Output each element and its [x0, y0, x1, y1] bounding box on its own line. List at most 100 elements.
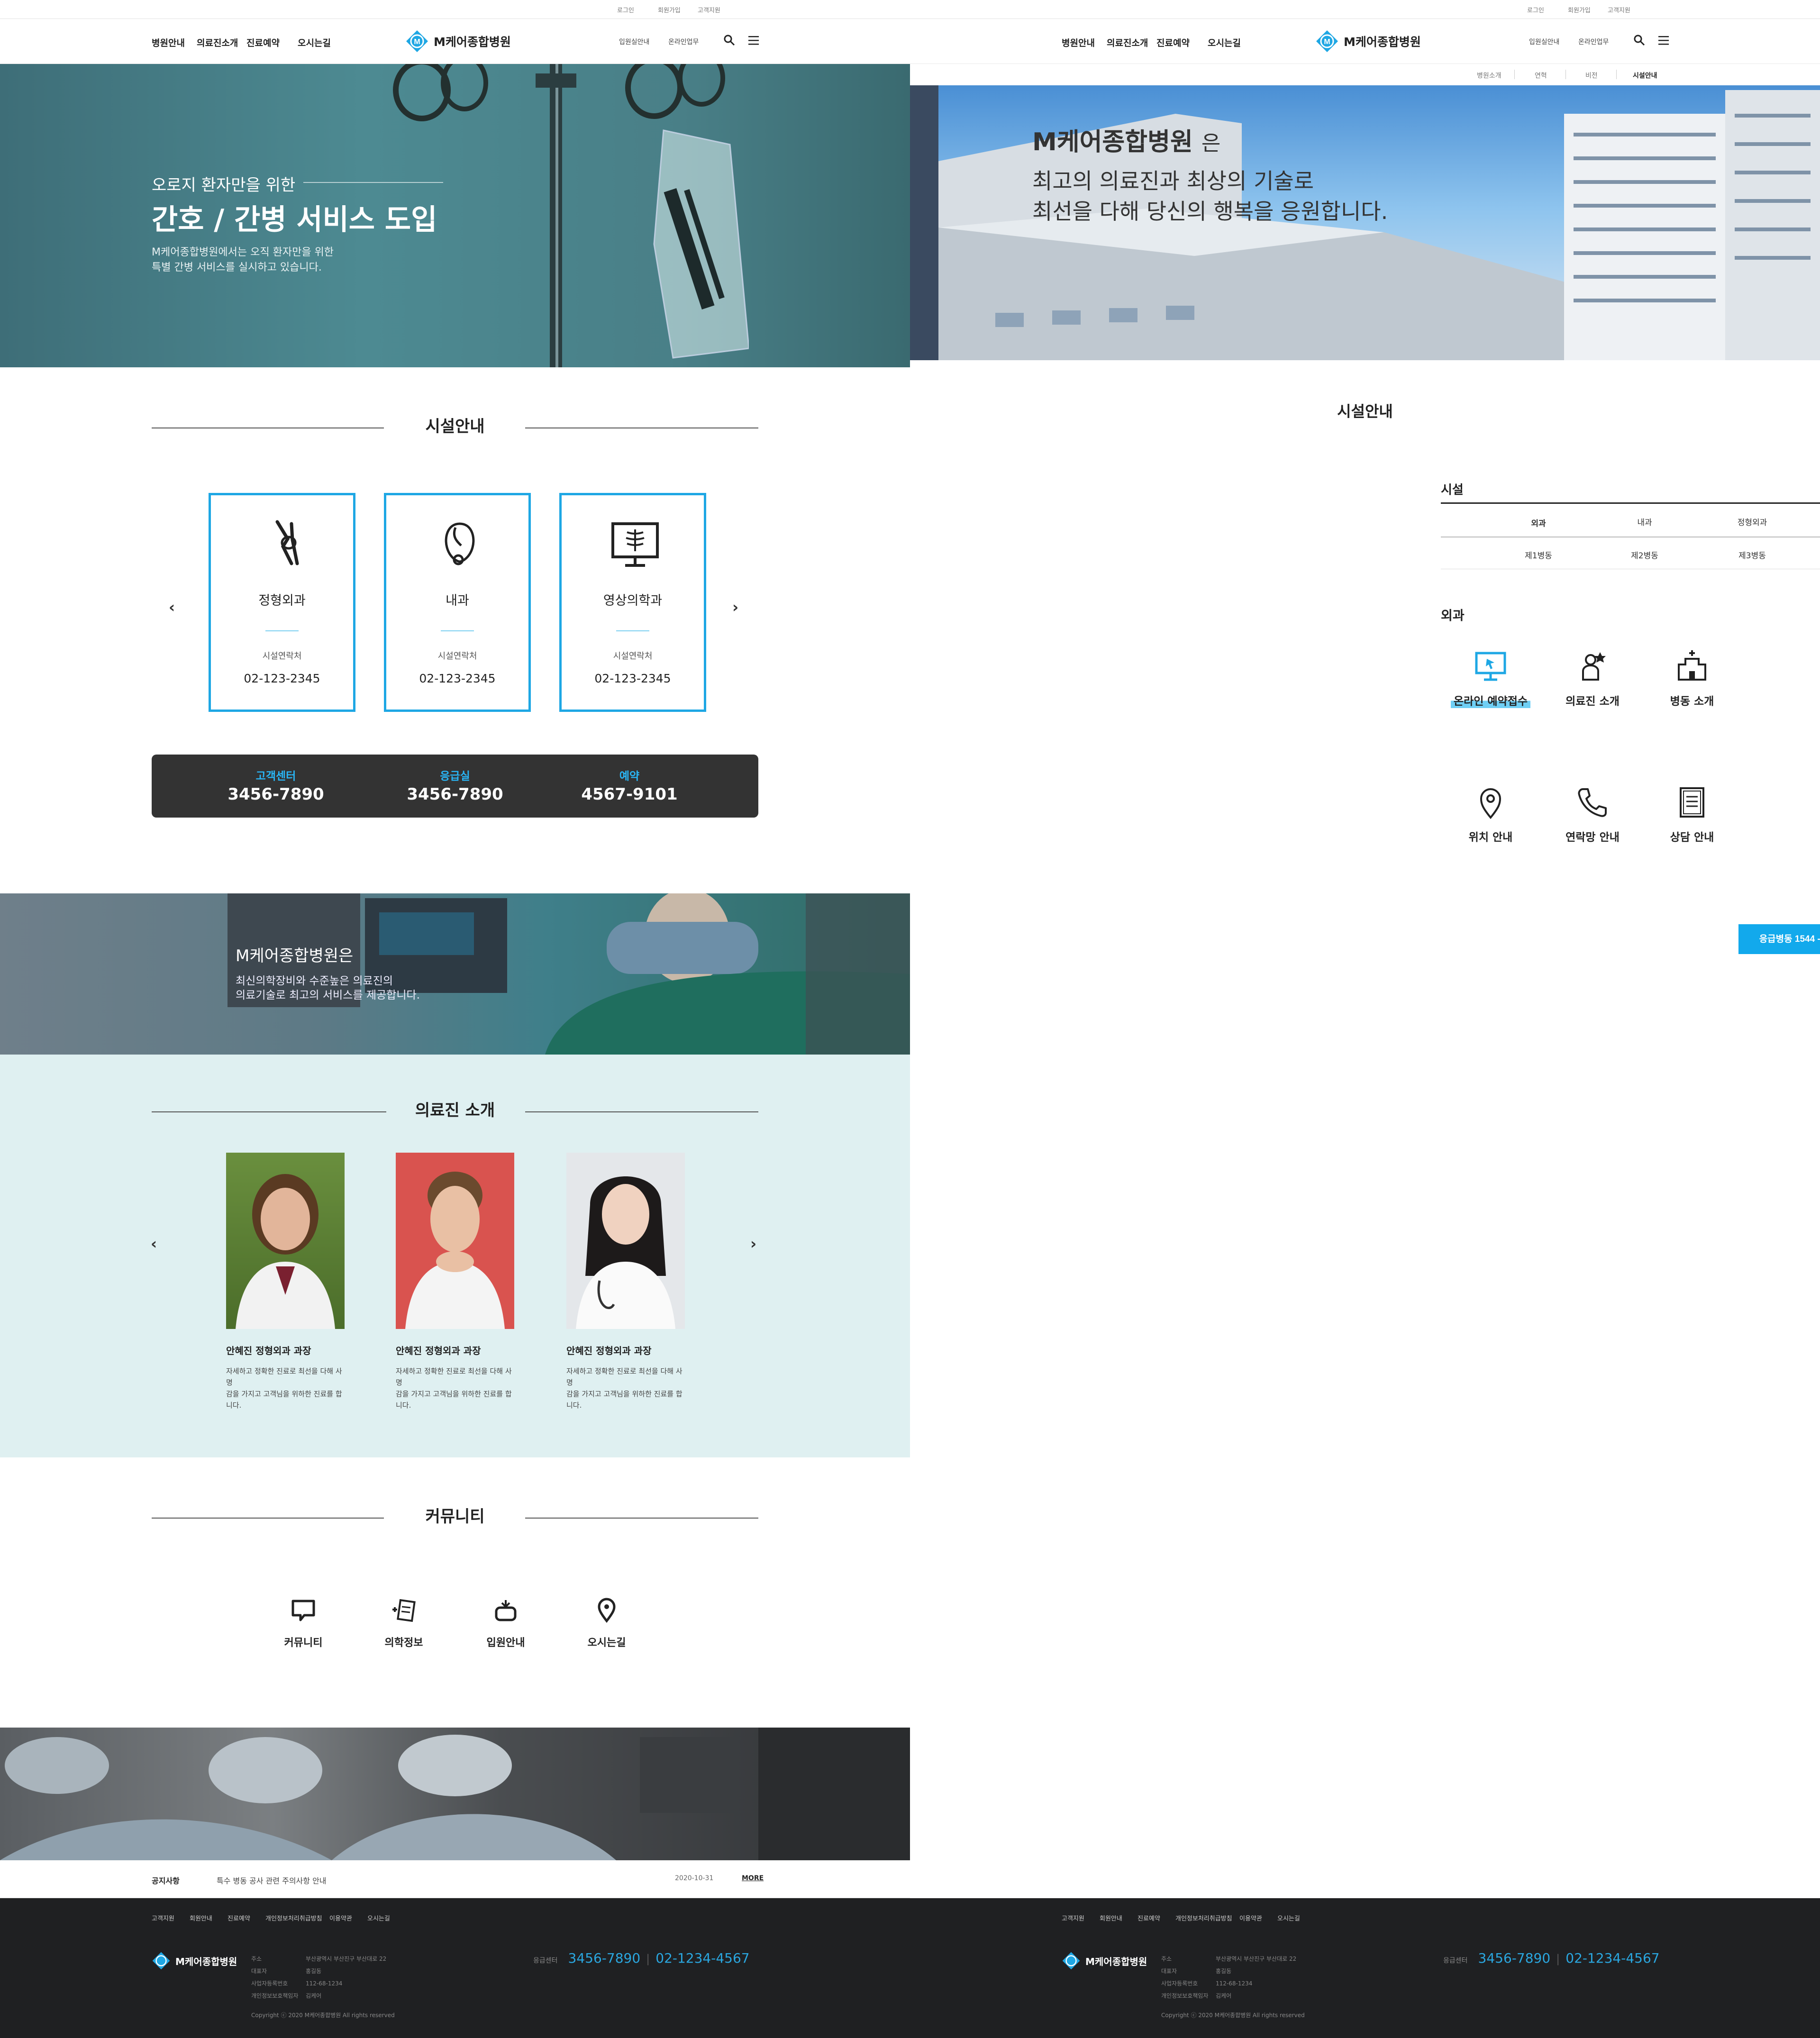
community-item[interactable]: 의학정보: [366, 1597, 442, 1649]
nav-reservation[interactable]: 진료예약: [1156, 36, 1190, 49]
footer: 고객지원 회원안내 진료예약 개인정보처리취급방침 이용약관 오시는길 M케어종…: [0, 1898, 910, 2038]
nav-doctors[interactable]: 의료진소개: [197, 36, 238, 49]
footer-link[interactable]: 오시는길: [1277, 1913, 1300, 1922]
footer-link[interactable]: 진료예약: [1138, 1913, 1160, 1922]
call-label: 응급실: [440, 770, 470, 782]
facility-card[interactable]: 정형외과 시설연락처 02-123-2345: [209, 493, 355, 712]
online-link[interactable]: 온라인업무: [668, 37, 699, 46]
doctors-prev-arrow-icon[interactable]: ‹: [151, 1235, 157, 1253]
community-item[interactable]: 입원안내: [468, 1597, 544, 1649]
facility-phone: 02-123-2345: [419, 672, 496, 685]
footer-logo[interactable]: M케어종합병원: [1062, 1951, 1147, 1970]
doctor-card[interactable]: 안혜진 정형외과 과장 자세하고 정확한 진료로 최선을 다해 사명 감을 가지고…: [396, 1153, 514, 1411]
logo-mark-icon: M: [1316, 30, 1338, 52]
call-number: 3456-7890: [228, 785, 324, 804]
menu-icon[interactable]: [747, 34, 760, 46]
reservation-call[interactable]: 예약 4567-9101: [558, 767, 701, 804]
notice-date: 2020-10-31: [675, 1874, 714, 1882]
facility-card[interactable]: 영상의학과 시설연락처 02-123-2345: [559, 493, 706, 712]
footer-link[interactable]: 진료예약: [228, 1913, 250, 1922]
table-header-cell[interactable]: 정형외과: [1681, 516, 1820, 528]
footer-link[interactable]: 개인정보처리취급방침: [1175, 1913, 1232, 1922]
footer-link[interactable]: 고객지원: [1062, 1913, 1084, 1922]
facility-page: 로그인 회원가입 고객지원 병원안내 의료진소개 진료예약 오시는길 M M케어…: [910, 0, 1820, 2038]
carousel-next-arrow-icon[interactable]: ›: [732, 598, 738, 616]
footer-link[interactable]: 고객지원: [152, 1913, 174, 1922]
footer-link[interactable]: 개인정보처리취급방침: [265, 1913, 322, 1922]
xray-monitor-icon: [611, 522, 659, 567]
inpatient-link[interactable]: 입원실안내: [1529, 37, 1559, 46]
hero-description: M케어종합병원에서는 오직 환자만을 위한 특별 간병 서비스를 실시하고 있습…: [152, 245, 436, 275]
support-link[interactable]: 고객지원: [1608, 5, 1630, 14]
notice-more-link[interactable]: MORE: [742, 1874, 764, 1882]
community-item[interactable]: 오시는길: [569, 1597, 645, 1649]
hero-title: 간호 / 간병 서비스 도입: [152, 203, 437, 237]
facility-card[interactable]: 내과 시설연락처 02-123-2345: [384, 493, 531, 712]
table-label: 시설: [1441, 483, 1464, 497]
doctor-portrait: [236, 1174, 335, 1329]
call-number: 4567-9101: [581, 785, 678, 804]
signup-link[interactable]: 회원가입: [1568, 5, 1591, 14]
subnav-facility[interactable]: 시설안내: [1633, 71, 1657, 80]
info-value: 홍길동: [1216, 1968, 1232, 1974]
doctor-card[interactable]: 안혜진 정형외과 과장 자세하고 정확한 진료로 최선을 다해 사명 감을 가지고…: [566, 1153, 685, 1411]
call-label: 고객센터: [255, 770, 296, 782]
footer-phone-1: 3456-7890: [1478, 1950, 1551, 1966]
footer-link[interactable]: 회원안내: [190, 1913, 212, 1922]
footer-logo[interactable]: M케어종합병원: [152, 1951, 237, 1970]
login-link[interactable]: 로그인: [1527, 5, 1544, 14]
hero-divider: [303, 182, 443, 183]
nav-hospital-info[interactable]: 병원안내: [152, 36, 185, 49]
doctors-next-arrow-icon[interactable]: ›: [750, 1235, 756, 1253]
customer-center[interactable]: 고객센터 3456-7890: [205, 767, 347, 804]
support-link[interactable]: 고객지원: [698, 5, 720, 14]
nav-directions[interactable]: 오시는길: [1208, 36, 1241, 49]
monitor-click-icon: [1475, 652, 1506, 681]
nav-reservation[interactable]: 진료예약: [246, 36, 280, 49]
doctor-portrait: [405, 1172, 505, 1329]
doctor-card[interactable]: 안혜진 정형외과 과장 자세하고 정확한 진료로 최선을 다해 사명 감을 가지고…: [226, 1153, 345, 1411]
doctor-desc-line2: 감을 가지고 고객님을 위하한 진료를 합니다.: [396, 1390, 512, 1410]
facility-contact-label: 시설연락처: [262, 651, 302, 661]
nav-doctors[interactable]: 의료진소개: [1107, 36, 1148, 49]
login-link[interactable]: 로그인: [617, 5, 634, 14]
footer-info: 주소 부산광역시 부산진구 부산대로 22 대표자 홍길동 사업자등록번호 112-6…: [1161, 1953, 1296, 2002]
footer-phone-label: 응급센터: [1443, 1957, 1468, 1965]
footer-link[interactable]: 이용약관: [1239, 1913, 1262, 1922]
nav-hospital-info[interactable]: 병원안내: [1062, 36, 1095, 49]
phone-icon: [1578, 788, 1607, 817]
service-consultation[interactable]: 상담 안내: [1621, 784, 1763, 844]
service-wards[interactable]: 병동 소개: [1621, 648, 1763, 708]
copyright: Copyright ⓒ 2020 M케어종합병원 All rights rese…: [1161, 2012, 1305, 2019]
carousel-prev-arrow-icon[interactable]: ‹: [169, 598, 175, 616]
logo[interactable]: M M케어종합병원: [1315, 29, 1421, 53]
service-label: 위치 안내: [1468, 831, 1513, 844]
subnav-history[interactable]: 연혁: [1535, 71, 1547, 80]
subnav-divider: [1514, 70, 1515, 79]
main-page: 로그인 회원가입 고객지원 병원안내 의료진소개 진료예약 오시는길 M M케어…: [0, 0, 910, 2038]
footer-link[interactable]: 회원안내: [1100, 1913, 1122, 1922]
card-divider: [616, 630, 649, 631]
subnav-vision[interactable]: 비전: [1585, 71, 1598, 80]
online-link[interactable]: 온라인업무: [1578, 37, 1609, 46]
subnav-about[interactable]: 병원소개: [1477, 71, 1502, 80]
inpatient-link[interactable]: 입원실안내: [619, 37, 649, 46]
emergency-ward-button[interactable]: 응급병동 1544 - 5678: [1738, 924, 1820, 954]
band-desc-line2: 의료기술로 최고의 서비스를 제공합니다.: [236, 989, 420, 1001]
search-icon[interactable]: [1633, 34, 1646, 46]
hero-banner: 오로지 환자만을 위한 간호 / 간병 서비스 도입 M케어종합병원에서는 오직…: [0, 64, 910, 367]
footer-link[interactable]: 이용약관: [329, 1913, 352, 1922]
section-title: 의료진 소개: [415, 1101, 495, 1120]
emergency-room[interactable]: 응급실 3456-7890: [384, 767, 526, 804]
map-pin-icon: [598, 1598, 616, 1623]
notice-title[interactable]: 특수 병동 공사 관련 주의사항 안내: [217, 1874, 327, 1886]
footer-link[interactable]: 오시는길: [367, 1913, 390, 1922]
footer-phone-label: 응급센터: [533, 1957, 558, 1965]
community-item[interactable]: 커뮤니티: [265, 1597, 341, 1649]
phone-separator: |: [646, 1952, 650, 1965]
logo[interactable]: M M케어종합병원: [405, 29, 511, 53]
signup-link[interactable]: 회원가입: [658, 5, 681, 14]
nav-directions[interactable]: 오시는길: [298, 36, 331, 49]
search-icon[interactable]: [723, 34, 736, 46]
menu-icon[interactable]: [1657, 34, 1670, 46]
